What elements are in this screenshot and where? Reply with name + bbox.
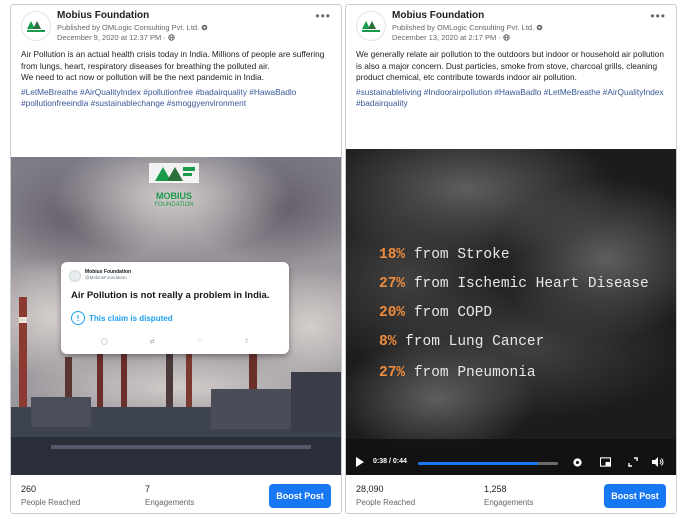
engagements-label: Engagements	[484, 498, 534, 507]
post-header: Mobius Foundation Published by OMLogic C…	[346, 5, 676, 49]
boost-post-button[interactable]: Boost Post	[604, 484, 666, 508]
play-icon[interactable]	[356, 457, 364, 467]
globe-icon	[503, 34, 510, 41]
people-reached-value: 260	[21, 484, 37, 494]
more-options-icon[interactable]: •••	[650, 10, 666, 22]
post-text: We generally relate air pollution to the…	[346, 49, 676, 84]
video-progress-bar[interactable]	[418, 462, 558, 465]
video-stat-line: 18% from Stroke	[379, 247, 510, 263]
disputed-notice: ! This claim is disputed	[71, 311, 173, 325]
mobius-logo-icon	[27, 21, 45, 32]
video-stat-text: from COPD	[413, 305, 493, 321]
post-text: Air Pollution is an actual health crisis…	[11, 49, 341, 84]
reply-icon: ◯	[101, 339, 108, 345]
video-stat-percent: 18%	[379, 247, 406, 263]
tweet-text: Air Pollution is not really a problem in…	[71, 290, 270, 301]
fullscreen-icon[interactable]	[626, 455, 640, 469]
boost-post-button[interactable]: Boost Post	[269, 484, 331, 508]
video-stat-line: 27% from Pneumonia	[379, 365, 536, 381]
post-footer: 260 People Reached 7 Engagements Boost P…	[11, 475, 341, 513]
people-reached-label: People Reached	[21, 498, 81, 507]
post-paragraph: Air Pollution is an actual health crisis…	[21, 49, 325, 71]
post-paragraph: We generally relate air pollution to the…	[356, 49, 664, 82]
globe-icon	[168, 34, 175, 41]
publisher-text[interactable]: Published by OMLogic Consulting Pvt. Ltd…	[57, 23, 199, 32]
post-date[interactable]: December 13, 2020 at 2:17 PM	[392, 33, 496, 42]
video-stat-percent: 27%	[379, 365, 406, 381]
settings-icon[interactable]	[570, 455, 584, 469]
engagements-value: 1,258	[484, 484, 507, 494]
publisher-text[interactable]: Published by OMLogic Consulting Pvt. Ltd…	[392, 23, 534, 32]
video-stat-text: from Stroke	[413, 247, 510, 263]
video-stat-text: from Ischemic Heart Disease	[413, 276, 649, 292]
page-avatar[interactable]	[356, 11, 386, 41]
post-video[interactable]: 18% from Stroke 27% from Ischemic Heart …	[346, 149, 676, 477]
logo-text: MOBIUS	[156, 191, 192, 201]
settings-icon[interactable]	[536, 24, 543, 31]
page-avatar[interactable]	[21, 11, 51, 41]
engagements-stat[interactable]: 1,258 Engagements	[484, 484, 533, 508]
engagements-label: Engagements	[145, 498, 195, 507]
post-card-1: Mobius Foundation Published by OMLogic C…	[10, 4, 342, 514]
people-reached-stat[interactable]: 260 People Reached	[21, 484, 80, 508]
video-stat-text: from Lung Cancer	[405, 334, 545, 350]
page-name[interactable]: Mobius Foundation	[392, 10, 484, 21]
people-reached-label: People Reached	[356, 498, 416, 507]
post-card-2: Mobius Foundation Published by OMLogic C…	[345, 4, 677, 514]
avatar	[69, 270, 81, 282]
post-image[interactable]: MOBIUS FOUNDATION Mobius Foundation @Mob…	[11, 157, 341, 477]
volume-icon[interactable]	[651, 455, 665, 469]
engagements-value: 7	[145, 484, 151, 494]
post-paragraph: We need to act now or pollution will be …	[21, 72, 264, 82]
tweet-actions: ◯ ⇄ ♡ ⇧	[101, 338, 249, 345]
mobius-foundation-logo: MOBIUS FOUNDATION	[141, 161, 207, 208]
more-options-icon[interactable]: •••	[315, 10, 331, 22]
post-hashtags[interactable]: #sustainableliving #Indoorairpollution #…	[346, 84, 676, 110]
tweet-card: Mobius Foundation @MobiusFoundation Air …	[61, 262, 289, 354]
tweet-handle: @MobiusFoundation	[85, 275, 127, 280]
logo-subtext: FOUNDATION	[154, 202, 194, 208]
video-progress-fill	[418, 462, 539, 465]
post-hashtags[interactable]: #LetMeBreathe #AirQualityIndex #pollutio…	[11, 84, 341, 110]
mobius-logo-icon	[362, 21, 380, 32]
share-icon: ⇧	[243, 339, 249, 345]
engagements-stat[interactable]: 7 Engagements	[145, 484, 194, 508]
info-icon: !	[71, 311, 85, 325]
retweet-icon: ⇄	[149, 339, 155, 345]
disputed-label: This claim is disputed	[89, 313, 173, 323]
post-header: Mobius Foundation Published by OMLogic C…	[11, 5, 341, 49]
post-footer: 28,090 People Reached 1,258 Engagements …	[346, 475, 676, 513]
video-stat-line: 8% from Lung Cancer	[379, 334, 544, 350]
video-stat-percent: 8%	[379, 334, 397, 350]
people-reached-value: 28,090	[356, 484, 384, 494]
video-stat-percent: 20%	[379, 305, 406, 321]
video-stat-line: 20% from COPD	[379, 305, 492, 321]
video-stat-line: 27% from Ischemic Heart Disease	[379, 276, 649, 292]
settings-icon[interactable]	[201, 24, 208, 31]
mobius-logo-icon	[149, 163, 199, 183]
page-name[interactable]: Mobius Foundation	[57, 10, 149, 21]
video-controls: 0:38 / 0:44	[346, 449, 676, 477]
miniplayer-icon[interactable]	[598, 455, 612, 469]
people-reached-stat[interactable]: 28,090 People Reached	[356, 484, 415, 508]
post-meta: Published by OMLogic Consulting Pvt. Ltd…	[392, 23, 543, 43]
video-time: 0:38 / 0:44	[373, 458, 407, 465]
video-stat-text: from Pneumonia	[413, 365, 536, 381]
like-icon: ♡	[196, 339, 203, 345]
post-meta: Published by OMLogic Consulting Pvt. Ltd…	[57, 23, 208, 43]
post-date[interactable]: December 9, 2020 at 12:37 PM	[57, 33, 161, 42]
video-stat-percent: 27%	[379, 276, 406, 292]
